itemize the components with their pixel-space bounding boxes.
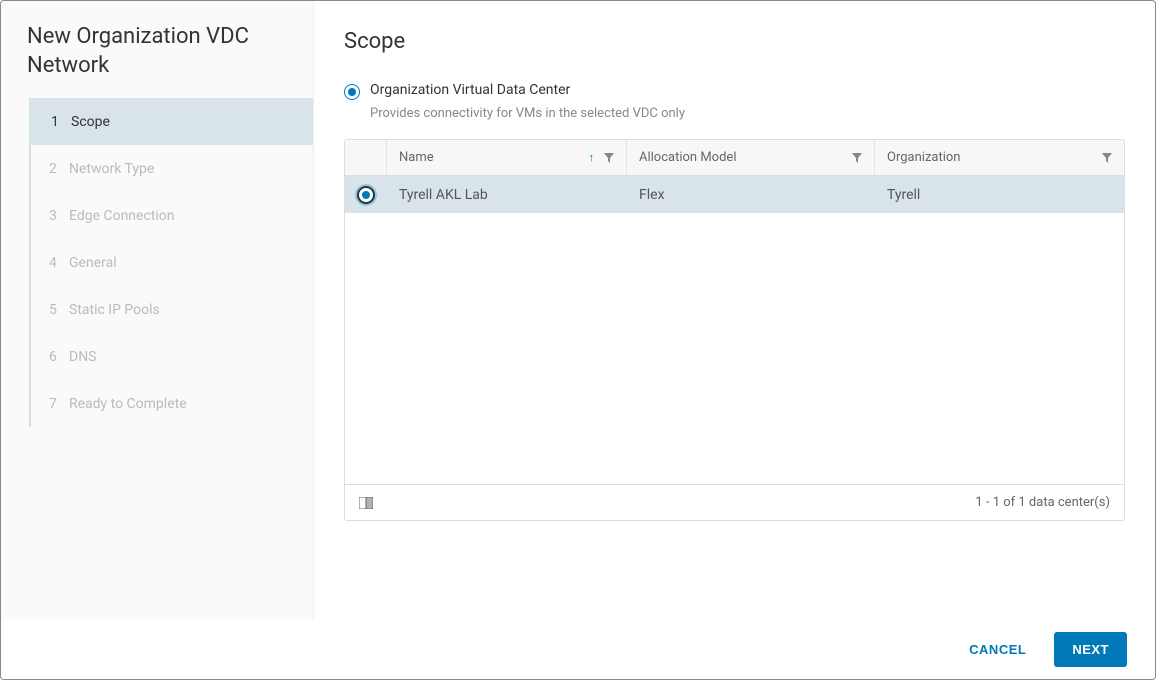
table-row[interactable]: Tyrell AKL Lab Flex Tyrell <box>345 176 1124 213</box>
header-allocation-model-label: Allocation Model <box>639 150 736 165</box>
wizard-title: New Organization VDC Network <box>1 23 313 98</box>
step-label: Static IP Pools <box>69 302 160 318</box>
wizard-footer: CANCEL NEXT <box>1 619 1155 679</box>
step-number: 4 <box>49 255 69 271</box>
radio-selected-icon <box>344 84 360 100</box>
step-ready-to-complete[interactable]: 7 Ready to Complete <box>31 380 313 427</box>
cancel-button[interactable]: CANCEL <box>959 634 1036 665</box>
step-static-ip-pools[interactable]: 5 Static IP Pools <box>31 286 313 333</box>
header-name-label: Name <box>399 150 434 165</box>
header-org-controls <box>1102 153 1112 163</box>
table-header: Name ↑ Allocation Model <box>345 140 1124 176</box>
step-number: 7 <box>49 396 69 412</box>
header-organization-label: Organization <box>887 150 960 165</box>
filter-icon[interactable] <box>852 153 862 163</box>
wizard-dialog: New Organization VDC Network 1 Scope 2 N… <box>0 0 1156 680</box>
sort-ascending-icon[interactable]: ↑ <box>589 151 595 164</box>
header-select-column <box>345 140 387 175</box>
header-name[interactable]: Name ↑ <box>387 140 627 175</box>
header-model-controls <box>852 153 862 163</box>
page-title: Scope <box>344 29 1125 54</box>
header-allocation-model[interactable]: Allocation Model <box>627 140 875 175</box>
cell-name: Tyrell AKL Lab <box>387 187 627 203</box>
filter-icon[interactable] <box>604 153 614 163</box>
table-body: Tyrell AKL Lab Flex Tyrell <box>345 176 1124 484</box>
step-edge-connection[interactable]: 3 Edge Connection <box>31 192 313 239</box>
radio-label: Organization Virtual Data Center <box>370 82 685 98</box>
columns-icon[interactable] <box>359 497 373 509</box>
dialog-body: New Organization VDC Network 1 Scope 2 N… <box>1 1 1155 619</box>
step-dns[interactable]: 6 DNS <box>31 333 313 380</box>
step-scope[interactable]: 1 Scope <box>29 98 313 145</box>
scope-org-vdc-option[interactable]: Organization Virtual Data Center Provide… <box>344 82 1125 121</box>
step-label: Scope <box>71 114 110 130</box>
wizard-steps: 1 Scope 2 Network Type 3 Edge Connection… <box>29 98 313 427</box>
next-button[interactable]: NEXT <box>1054 632 1127 667</box>
step-number: 2 <box>49 161 69 177</box>
wizard-main: Scope Organization Virtual Data Center P… <box>314 1 1155 619</box>
step-number: 6 <box>49 349 69 365</box>
header-organization[interactable]: Organization <box>875 140 1124 175</box>
vdc-table: Name ↑ Allocation Model <box>344 139 1125 521</box>
row-select-cell[interactable] <box>345 186 387 204</box>
step-general[interactable]: 4 General <box>31 239 313 286</box>
table-footer-count: 1 - 1 of 1 data center(s) <box>975 495 1110 510</box>
cell-allocation-model: Flex <box>627 187 875 203</box>
cell-organization: Tyrell <box>875 187 1124 203</box>
radio-text-group: Organization Virtual Data Center Provide… <box>370 82 685 121</box>
step-number: 1 <box>51 114 71 130</box>
step-label: DNS <box>69 349 97 365</box>
step-number: 3 <box>49 208 69 224</box>
radio-selected-icon <box>357 186 375 204</box>
step-label: Ready to Complete <box>69 396 187 412</box>
step-label: Edge Connection <box>69 208 175 224</box>
header-name-controls: ↑ <box>589 151 615 164</box>
radio-description: Provides connectivity for VMs in the sel… <box>370 106 685 121</box>
step-network-type[interactable]: 2 Network Type <box>31 145 313 192</box>
filter-icon[interactable] <box>1102 153 1112 163</box>
wizard-sidebar: New Organization VDC Network 1 Scope 2 N… <box>1 1 314 619</box>
step-label: General <box>69 255 117 271</box>
step-label: Network Type <box>69 161 154 177</box>
step-number: 5 <box>49 302 69 318</box>
table-footer: 1 - 1 of 1 data center(s) <box>345 484 1124 520</box>
